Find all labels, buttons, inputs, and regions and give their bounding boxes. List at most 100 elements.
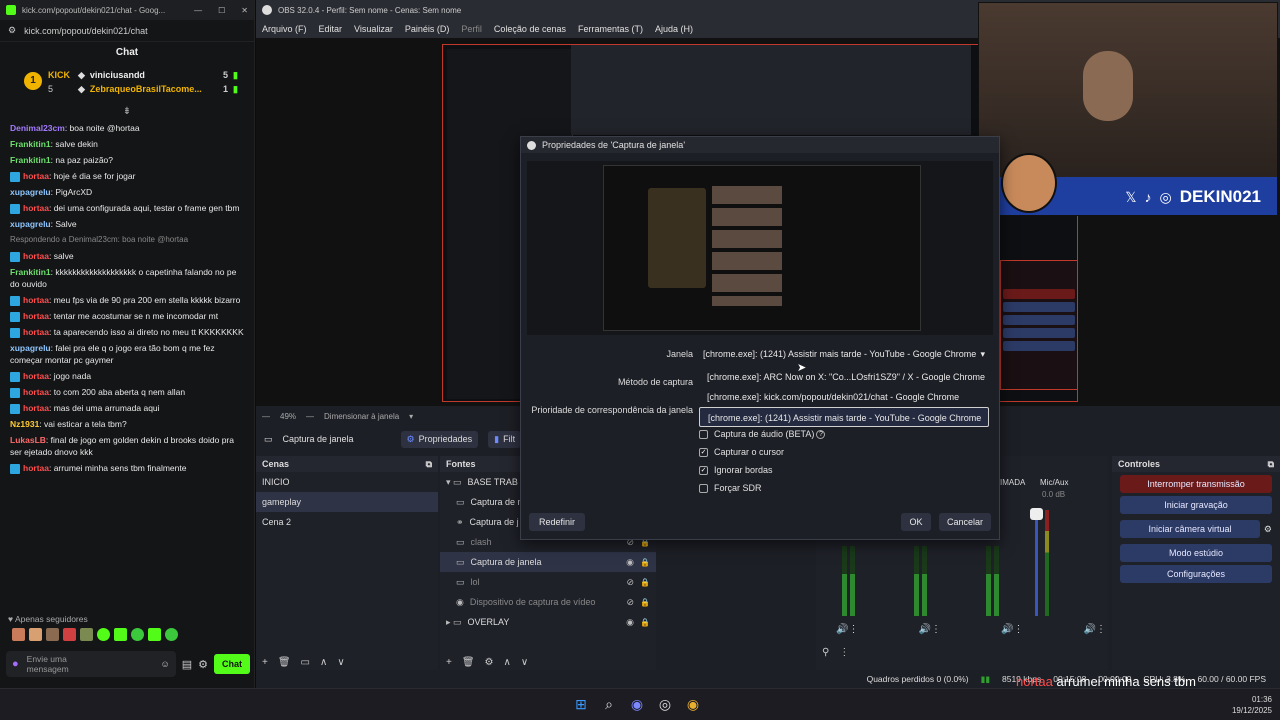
lock-icon[interactable]: 🔒 (640, 558, 650, 567)
visibility-eye-icon[interactable]: ◉ (626, 557, 634, 568)
minimize-icon[interactable]: — (194, 6, 202, 15)
delete-icon[interactable]: 🗑 (278, 657, 291, 668)
store-icon[interactable]: ▤ (182, 658, 192, 671)
delete-icon[interactable]: 🗑 (462, 657, 475, 668)
link-icon[interactable]: ⚲ (822, 647, 829, 658)
gear-icon[interactable]: ⚙ (1264, 524, 1272, 535)
chat-username[interactable]: Frankitin1 (10, 139, 51, 149)
lock-icon[interactable]: 🔒 (640, 578, 650, 587)
chat-username[interactable]: hortaa (23, 403, 49, 413)
menu-item[interactable]: Coleção de cenas (494, 24, 566, 34)
maximize-icon[interactable]: ☐ (218, 6, 225, 15)
chat-username[interactable]: xupagrelu (10, 219, 51, 229)
chat-username[interactable]: hortaa (23, 327, 49, 337)
undock-icon[interactable]: ⧉ (1268, 459, 1274, 470)
ok-button[interactable]: OK (901, 513, 931, 531)
gear-icon[interactable]: ⚙ (485, 657, 494, 668)
chat-input[interactable]: ● Envie uma mensagem ☺ (6, 651, 176, 677)
scene-item[interactable]: Cena 2 (256, 512, 438, 532)
filters-button[interactable]: ▮ Filt (488, 430, 522, 448)
undock-icon[interactable]: ⧉ (426, 459, 432, 470)
leaderboard-row[interactable]: ◆ viniciusandd 5 ▮ (78, 68, 238, 82)
menu-item[interactable]: Visualizar (354, 24, 393, 34)
move-up-icon[interactable]: ∧ (320, 657, 327, 668)
chevron-down-icon[interactable]: ▾ (409, 412, 413, 421)
resize-mode[interactable]: Dimensionar à janela (324, 412, 399, 421)
visibility-eye-icon[interactable]: ⊘ (626, 597, 634, 608)
mic-fader-handle[interactable] (1030, 508, 1043, 520)
zoom-plus-icon[interactable]: — (306, 412, 314, 421)
chat-username[interactable]: hortaa (23, 311, 49, 321)
speaker-icon[interactable]: 🔊⋮ (1084, 624, 1106, 635)
emote-icon[interactable] (114, 628, 127, 641)
emote-icon[interactable] (63, 628, 76, 641)
search-icon[interactable]: ⌕ (600, 695, 618, 713)
visibility-eye-icon[interactable]: ◉ (626, 617, 634, 628)
settings-icon[interactable]: ⚙ (198, 658, 208, 671)
emote-icon[interactable] (131, 628, 144, 641)
emote-icon[interactable] (148, 628, 161, 641)
emote-icon[interactable] (46, 628, 59, 641)
emote-icon[interactable] (165, 628, 178, 641)
cancel-button[interactable]: Cancelar (939, 513, 991, 531)
checkbox-row[interactable]: ✓ Ignorar bordas (699, 461, 989, 479)
reset-button[interactable]: Redefinir (529, 513, 585, 531)
help-icon[interactable]: ? (816, 429, 826, 439)
start-virtual-cam-button[interactable]: Iniciar câmera virtual (1120, 520, 1260, 538)
emote-icon[interactable] (97, 628, 110, 641)
move-down-icon[interactable]: ∨ (521, 657, 528, 668)
speaker-icon[interactable]: 🔊⋮ (919, 624, 941, 635)
source-item[interactable]: ▭ lol ⊘ 🔒 (440, 572, 656, 592)
chat-username[interactable]: hortaa (23, 251, 49, 261)
checkbox-row[interactable]: Forçar SDR (699, 479, 989, 497)
chat-username[interactable]: Nz1931 (10, 419, 39, 429)
mic-fader-track[interactable] (1035, 508, 1038, 616)
chat-username[interactable]: hortaa (23, 387, 49, 397)
menu-item[interactable]: Arquivo (F) (262, 24, 307, 34)
window-option[interactable]: [chrome.exe]: kick.com/popout/dekin021/c… (699, 387, 989, 407)
collapse-chevron-icon[interactable]: ⇟ (0, 106, 254, 118)
more-icon[interactable]: ⋮ (839, 647, 849, 658)
chat-username[interactable]: hortaa (23, 203, 49, 213)
checkbox-unchecked[interactable] (699, 483, 708, 493)
add-icon[interactable]: + (262, 657, 268, 668)
lock-icon[interactable]: 🔒 (640, 618, 650, 627)
address-bar[interactable]: ⚙ kick.com/popout/dekin021/chat (0, 20, 254, 42)
source-item[interactable]: ◉ Dispositivo de captura de vídeo ⊘ 🔒 (440, 592, 656, 612)
window-option[interactable]: [chrome.exe]: ARC Now on X: "Co...LOsfri… (699, 367, 989, 387)
move-down-icon[interactable]: ∨ (337, 657, 344, 668)
emote-icon[interactable] (80, 628, 93, 641)
chat-username[interactable]: xupagrelu (10, 343, 51, 353)
chat-username[interactable]: hortaa (23, 371, 49, 381)
chat-username[interactable]: hortaa (23, 295, 49, 305)
checkbox-unchecked[interactable] (699, 429, 708, 439)
menu-item[interactable]: Ajuda (H) (655, 24, 693, 34)
add-icon[interactable]: + (446, 657, 452, 668)
chat-username[interactable]: hortaa (23, 463, 49, 473)
emoji-icon[interactable]: ☺ (161, 659, 170, 669)
properties-button[interactable]: ⚙ Propriedades (400, 430, 479, 448)
emote-icon[interactable] (29, 628, 42, 641)
menu-item[interactable]: Ferramentas (T) (578, 24, 643, 34)
menu-item[interactable]: Perfil (461, 24, 482, 34)
menu-item[interactable]: Editar (319, 24, 343, 34)
site-settings-icon[interactable]: ⚙ (8, 25, 16, 36)
studio-mode-button[interactable]: Modo estúdio (1120, 544, 1272, 562)
close-icon[interactable]: ✕ (241, 6, 248, 15)
discord-icon[interactable]: ◉ (628, 695, 646, 713)
windows-start-icon[interactable]: ⊞ (572, 695, 590, 713)
checkbox-row[interactable]: ✓ Capturar o cursor (699, 443, 989, 461)
chat-username[interactable]: Frankitin1 (10, 267, 51, 277)
window-select[interactable]: [chrome.exe]: (1241) Assistir mais tarde… (699, 345, 989, 363)
chat-username[interactable]: LukasLB (10, 435, 46, 445)
send-chat-button[interactable]: Chat (214, 654, 250, 674)
scene-item[interactable]: INICIO (256, 472, 438, 492)
chrome-icon[interactable]: ◉ (684, 695, 702, 713)
chat-username[interactable]: hortaa (23, 171, 49, 181)
move-up-icon[interactable]: ∧ (504, 657, 511, 668)
checkbox-row[interactable]: Captura de áudio (BETA)? (699, 425, 989, 443)
source-item[interactable]: ▸ ▭ OVERLAY ◉ 🔒 (440, 612, 656, 632)
start-recording-button[interactable]: Iniciar gravação (1120, 496, 1272, 514)
scene-filter-icon[interactable]: ▭ (301, 657, 310, 668)
speaker-icon[interactable]: 🔊⋮ (1001, 624, 1023, 635)
